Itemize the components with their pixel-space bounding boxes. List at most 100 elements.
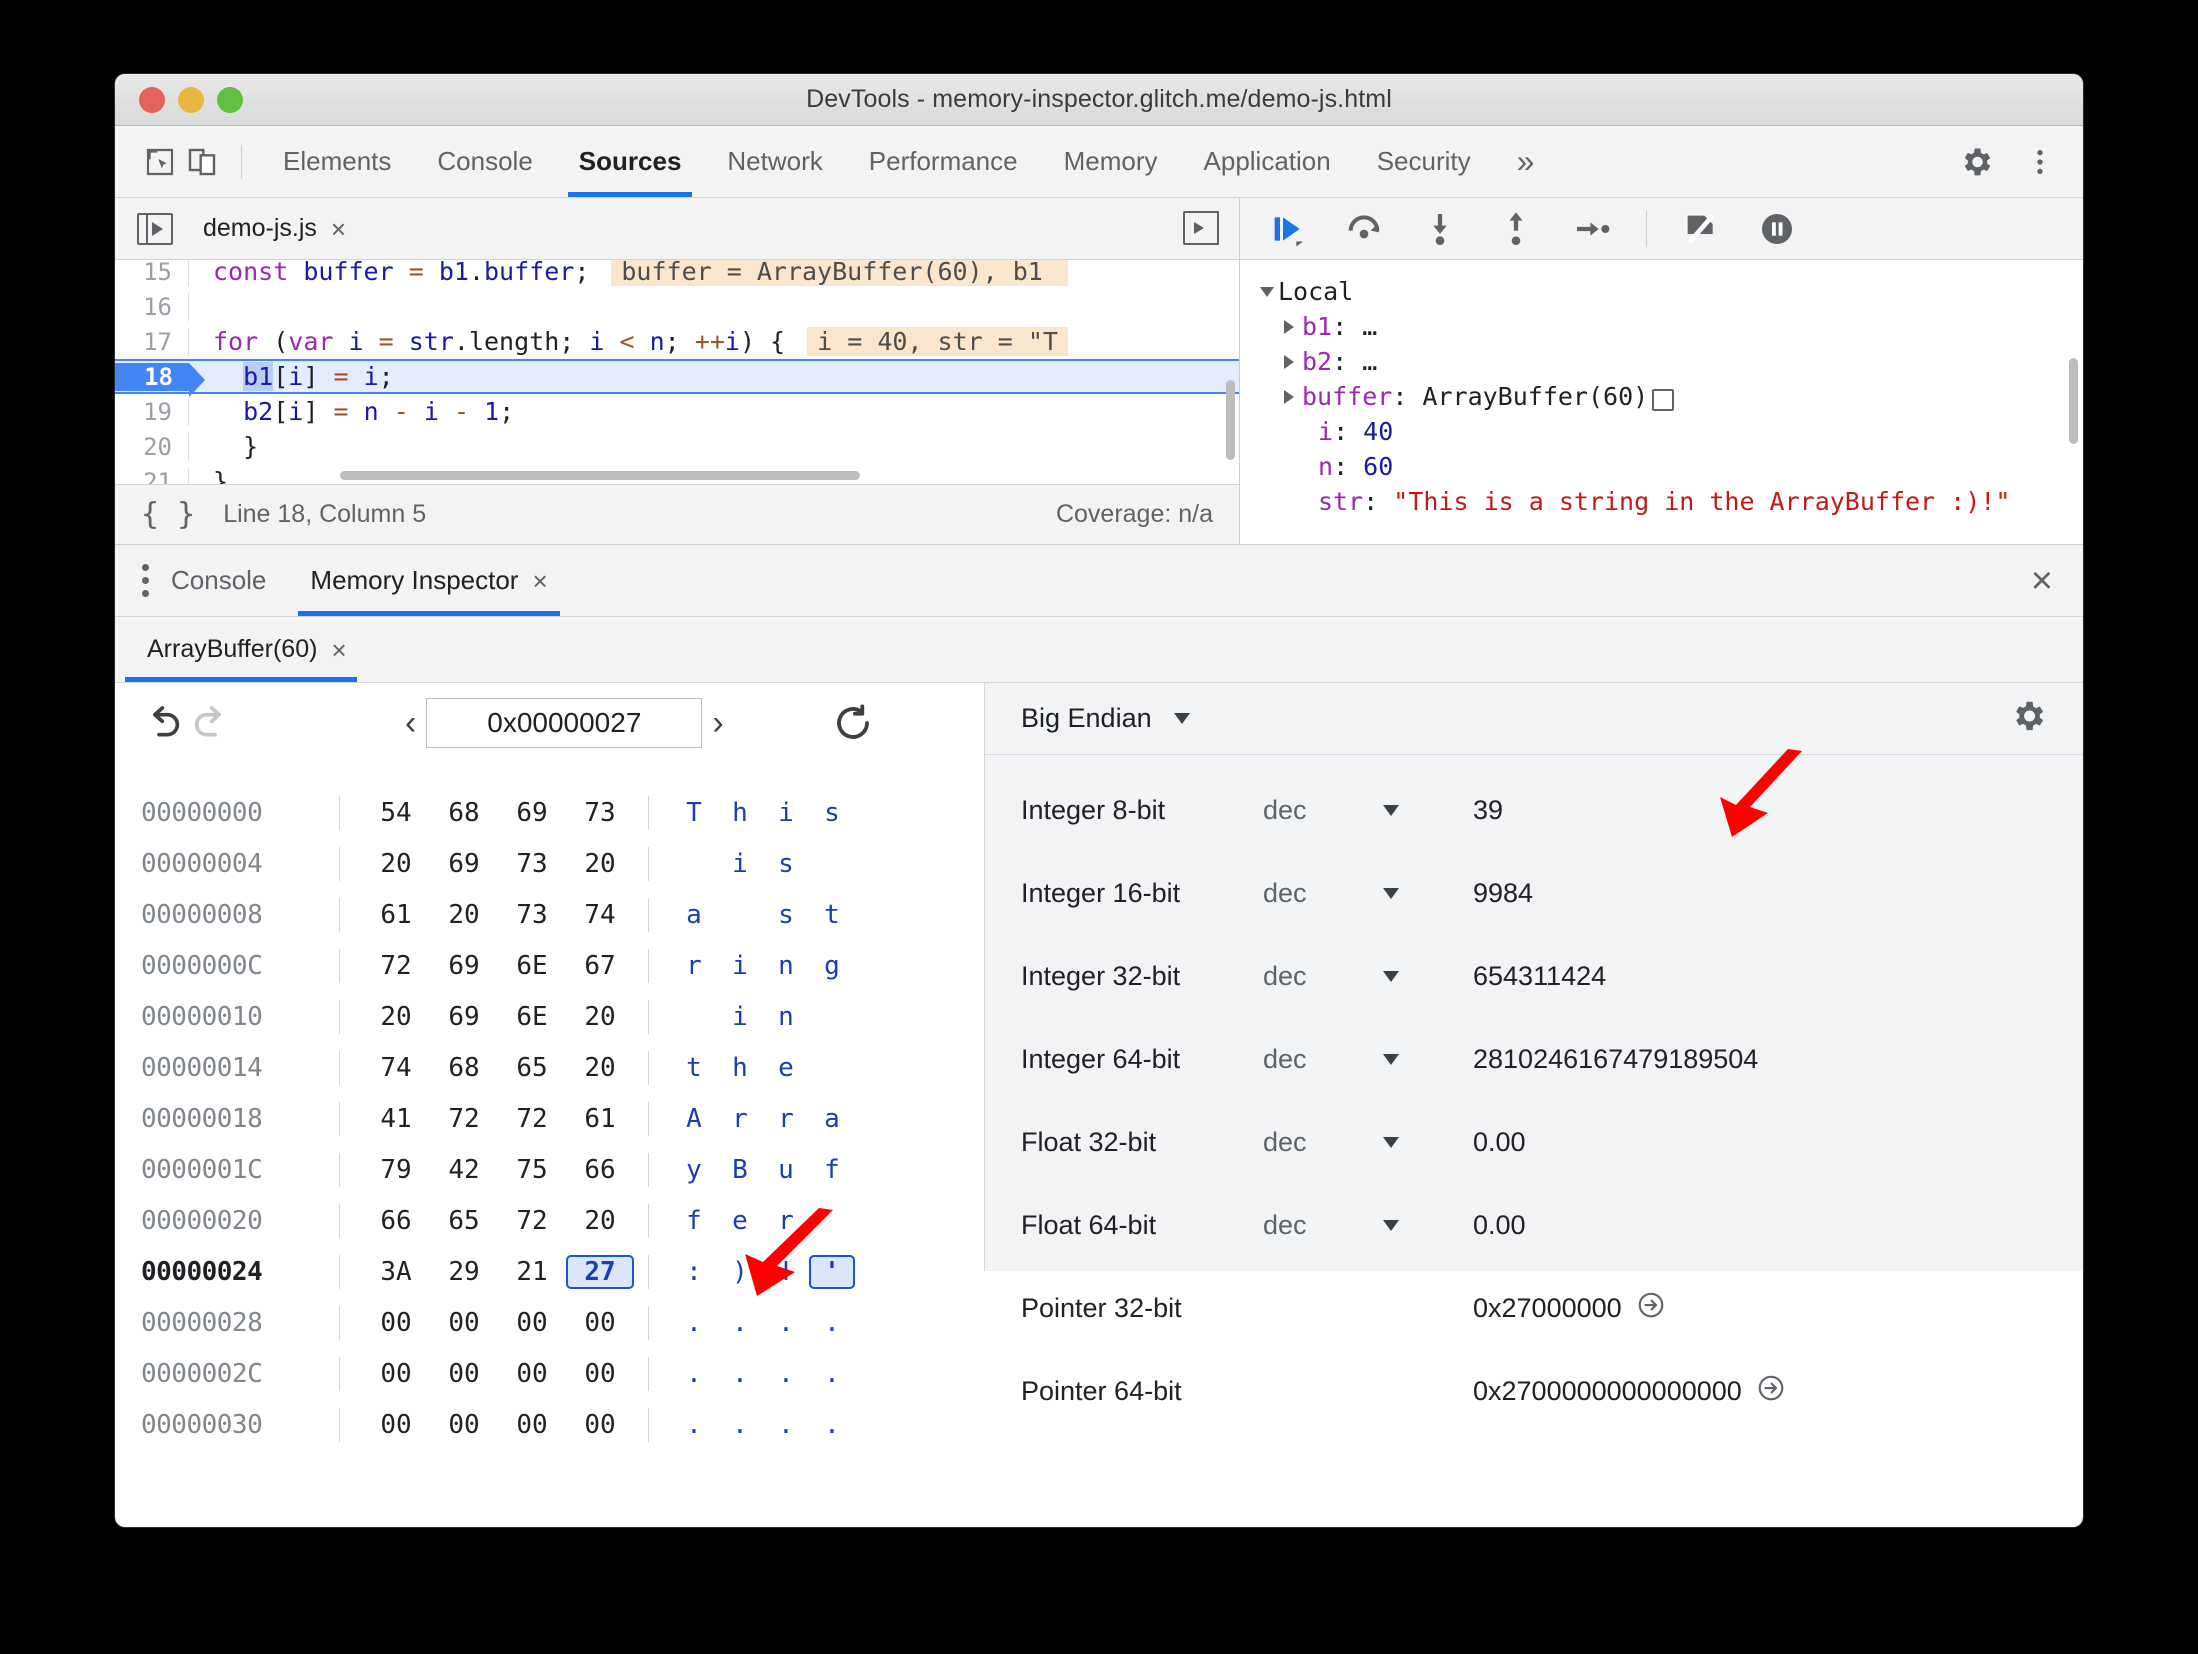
ascii-char[interactable]: .	[809, 1306, 855, 1340]
previous-page-icon[interactable]: ‹	[405, 706, 416, 740]
hex-byte[interactable]: 20	[566, 1051, 634, 1085]
hex-byte[interactable]: 20	[362, 1000, 430, 1034]
step-icon[interactable]	[1570, 207, 1614, 251]
scope-entry-b2[interactable]: b2: …	[1260, 344, 2083, 379]
pause-on-exceptions-icon[interactable]	[1755, 207, 1799, 251]
ascii-char[interactable]: !	[763, 1255, 809, 1289]
hex-byte[interactable]: 75	[498, 1153, 566, 1187]
ascii-char[interactable]: r	[717, 1102, 763, 1136]
ascii-char[interactable]: f	[671, 1204, 717, 1238]
scope-vertical-scrollbar[interactable]	[2069, 358, 2078, 444]
ascii-char[interactable]: .	[671, 1357, 717, 1391]
file-tab-demo-js[interactable]: demo-js.js ×	[203, 214, 346, 243]
address-input[interactable]: 0x00000027	[426, 698, 703, 748]
tab-elements[interactable]: Elements	[260, 126, 414, 197]
hex-byte[interactable]: 72	[498, 1102, 566, 1136]
hex-byte[interactable]: 00	[430, 1306, 498, 1340]
ascii-char[interactable]: h	[717, 1051, 763, 1085]
deactivate-breakpoints-icon[interactable]	[1679, 207, 1723, 251]
ascii-char[interactable]: .	[717, 1408, 763, 1442]
ascii-char[interactable]: a	[809, 1102, 855, 1136]
memory-chip-icon[interactable]	[1652, 388, 1675, 411]
ascii-char[interactable]: .	[717, 1357, 763, 1391]
close-icon[interactable]: ×	[331, 216, 346, 242]
hex-ascii[interactable]: ....	[648, 1356, 855, 1391]
hex-byte[interactable]: 41	[362, 1102, 430, 1136]
ascii-char[interactable]: i	[717, 1000, 763, 1034]
hex-byte[interactable]: 61	[566, 1102, 634, 1136]
value-mode[interactable]: dec	[1263, 878, 1383, 909]
hex-byte[interactable]: 65	[430, 1204, 498, 1238]
editor-vertical-scrollbar[interactable]	[1226, 380, 1235, 460]
pretty-print-icon[interactable]: { }	[141, 497, 195, 532]
hex-byte[interactable]: 74	[362, 1051, 430, 1085]
hex-byte[interactable]: 73	[498, 847, 566, 881]
hex-byte[interactable]: 67	[566, 949, 634, 983]
ascii-char[interactable]: e	[763, 1051, 809, 1085]
settings-gear-icon[interactable]	[1955, 141, 1997, 183]
hex-bytes[interactable]: 72 69 6E 67	[339, 948, 634, 983]
hex-bytes[interactable]: 00 00 00 00	[339, 1407, 634, 1442]
hex-ascii[interactable]: ring	[648, 948, 855, 983]
ascii-char[interactable]: n	[763, 1000, 809, 1034]
code-editor[interactable]: 15 const buffer = b1.buffer; buffer = Arr…	[115, 260, 1239, 484]
hex-byte[interactable]: 00	[498, 1408, 566, 1442]
hex-ascii[interactable]: Arra	[648, 1101, 855, 1136]
ascii-char[interactable]: )	[717, 1255, 763, 1289]
drawer-tab-memory-inspector[interactable]: Memory Inspector ×	[288, 545, 569, 616]
mode-dropdown-icon[interactable]	[1383, 971, 1473, 982]
hex-byte[interactable]: 74	[566, 898, 634, 932]
ascii-char[interactable]: r	[763, 1204, 809, 1238]
hex-bytes[interactable]: 66 65 72 20	[339, 1203, 634, 1238]
hex-byte[interactable]: 20	[566, 847, 634, 881]
ascii-char[interactable]: .	[763, 1357, 809, 1391]
tab-console[interactable]: Console	[414, 126, 555, 197]
hex-bytes[interactable]: 74 68 65 20	[339, 1050, 634, 1085]
ascii-char[interactable]: g	[809, 949, 855, 983]
hex-byte[interactable]: 79	[362, 1153, 430, 1187]
ascii-char[interactable]	[809, 1051, 855, 1085]
ascii-char[interactable]: .	[809, 1357, 855, 1391]
hex-byte[interactable]: 00	[498, 1306, 566, 1340]
hex-bytes[interactable]: 00 00 00 00	[339, 1356, 634, 1391]
tab-sources[interactable]: Sources	[556, 126, 705, 197]
hex-byte-selected[interactable]: 27	[566, 1254, 634, 1289]
device-toolbar-icon[interactable]	[181, 141, 223, 183]
ascii-char[interactable]: t	[809, 898, 855, 932]
hex-bytes[interactable]: 54 68 69 73	[339, 795, 634, 830]
hex-byte[interactable]: 73	[566, 796, 634, 830]
value-mode[interactable]: dec	[1263, 795, 1383, 826]
hex-bytes[interactable]: 79 42 75 66	[339, 1152, 634, 1187]
hex-bytes[interactable]: 41 72 72 61	[339, 1101, 634, 1136]
hex-bytes[interactable]: 3A 29 21 27	[339, 1254, 634, 1289]
jump-to-address-icon[interactable]	[1636, 1290, 1666, 1327]
ascii-char[interactable]	[809, 1000, 855, 1034]
hex-byte[interactable]: 20	[566, 1000, 634, 1034]
hex-byte[interactable]: 65	[498, 1051, 566, 1085]
more-tabs-button[interactable]: »	[1494, 126, 1558, 197]
ascii-char[interactable]: .	[809, 1408, 855, 1442]
resume-script-icon[interactable]	[1266, 207, 1310, 251]
ascii-char[interactable]: .	[671, 1408, 717, 1442]
hex-byte[interactable]: 00	[430, 1408, 498, 1442]
hex-byte[interactable]: 20	[362, 847, 430, 881]
hex-byte[interactable]: 69	[430, 949, 498, 983]
ascii-char[interactable]: .	[763, 1306, 809, 1340]
hex-ascii[interactable]: This	[648, 795, 855, 830]
ascii-char[interactable]	[671, 847, 717, 881]
endianness-dropdown[interactable]: Big Endian	[1021, 703, 1190, 734]
hex-byte[interactable]: 66	[362, 1204, 430, 1238]
buffer-tab-arraybuffer[interactable]: ArrayBuffer(60) ×	[125, 617, 369, 682]
ascii-char[interactable]: :	[671, 1255, 717, 1289]
step-into-icon[interactable]	[1418, 207, 1462, 251]
ascii-char[interactable]: B	[717, 1153, 763, 1187]
hex-byte[interactable]: 42	[430, 1153, 498, 1187]
hex-ascii[interactable]: a st	[648, 897, 855, 932]
tab-security[interactable]: Security	[1354, 126, 1494, 197]
close-drawer-icon[interactable]: ×	[2031, 562, 2053, 600]
jump-to-address-icon[interactable]	[1756, 1373, 1786, 1410]
close-icon[interactable]: ×	[331, 637, 346, 663]
mode-dropdown-icon[interactable]	[1383, 1137, 1473, 1148]
hex-byte[interactable]: 3A	[362, 1255, 430, 1289]
ascii-char[interactable]: y	[671, 1153, 717, 1187]
